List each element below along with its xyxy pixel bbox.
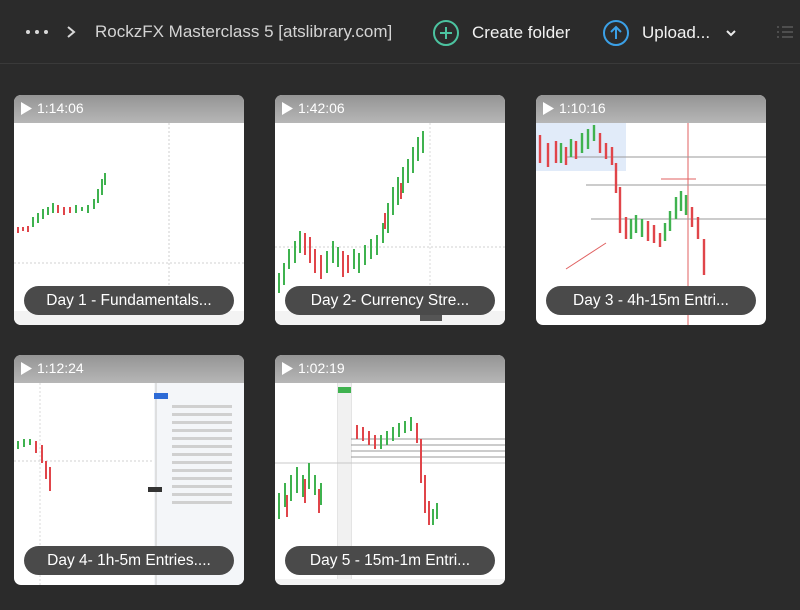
file-name: Day 4- 1h-5m Entries.... xyxy=(24,546,234,575)
chevron-down-icon[interactable] xyxy=(724,27,738,39)
create-folder-button[interactable]: Create folder xyxy=(432,18,570,48)
more-options-icon[interactable] xyxy=(26,23,48,41)
upload-label: Upload... xyxy=(642,23,711,42)
file-name: Day 5 - 15m-1m Entri... xyxy=(285,546,495,575)
video-duration: 1:12:24 xyxy=(37,360,84,376)
video-duration: 1:42:06 xyxy=(298,100,345,116)
toolbar: RockzFX Masterclass 5 [atslibrary.com] C… xyxy=(0,0,800,64)
video-file-card[interactable]: 1:12:24 Day 4- 1h-5m Entries.... xyxy=(14,355,244,585)
video-file-card[interactable]: 1:02:19 Day 5 - 15m-1m Entri... xyxy=(275,355,505,585)
list-view-icon[interactable] xyxy=(776,24,794,40)
video-duration: 1:10:16 xyxy=(559,100,606,116)
play-icon xyxy=(282,362,293,375)
upload-button[interactable]: Upload... xyxy=(602,18,710,48)
upload-arrow-icon xyxy=(603,20,629,46)
play-icon xyxy=(282,102,293,115)
play-icon xyxy=(21,102,32,115)
video-duration: 1:02:19 xyxy=(298,360,345,376)
video-file-card[interactable]: 1:14:06 Day 1 - Fundamentals... xyxy=(14,95,244,325)
file-name: Day 3 - 4h-15m Entri... xyxy=(546,286,756,315)
play-icon xyxy=(21,362,32,375)
video-file-card[interactable]: 1:42:06 Day 2- Currency Stre... xyxy=(275,95,505,325)
file-name: Day 2- Currency Stre... xyxy=(285,286,495,315)
chevron-right-icon xyxy=(67,26,76,38)
file-name: Day 1 - Fundamentals... xyxy=(24,286,234,315)
play-icon xyxy=(543,102,554,115)
create-folder-label: Create folder xyxy=(472,23,571,42)
video-file-card[interactable]: 1:10:16 Day 3 - 4h-15m Entri... xyxy=(536,95,766,325)
plus-circle-icon xyxy=(433,20,459,46)
breadcrumb-folder-title[interactable]: RockzFX Masterclass 5 [atslibrary.com] xyxy=(95,22,392,42)
video-duration: 1:14:06 xyxy=(37,100,84,116)
